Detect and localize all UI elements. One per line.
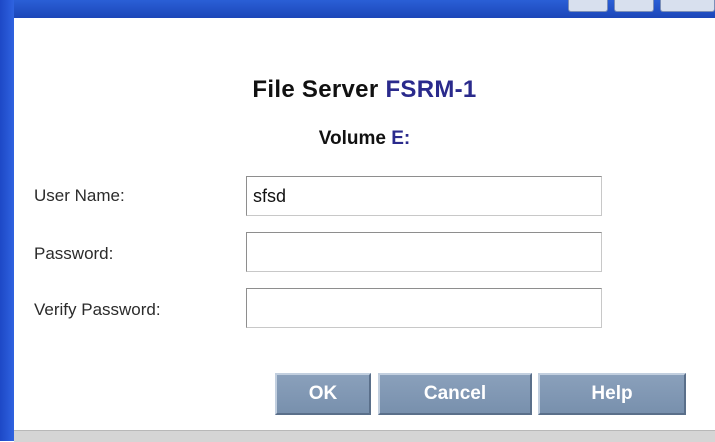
password-input[interactable] bbox=[246, 232, 602, 272]
help-button[interactable]: Help bbox=[538, 373, 686, 415]
password-label: Password: bbox=[34, 244, 114, 263]
volume-name: E: bbox=[391, 128, 411, 149]
dialog-content: File Server FSRM-1 Volume E: User Name: … bbox=[14, 18, 715, 430]
maximize-button[interactable] bbox=[614, 0, 654, 12]
ok-button[interactable]: OK bbox=[275, 373, 371, 415]
volume-heading: Volume E: bbox=[14, 128, 715, 150]
window-title-bar[interactable] bbox=[0, 0, 715, 18]
minimize-button[interactable] bbox=[568, 0, 608, 12]
user-name-input[interactable] bbox=[246, 176, 602, 216]
dialog-window: File Server FSRM-1 Volume E: User Name: … bbox=[0, 0, 715, 442]
server-label: File Server bbox=[252, 76, 379, 103]
verify-password-input[interactable] bbox=[246, 288, 602, 328]
cancel-button[interactable]: Cancel bbox=[378, 373, 532, 415]
window-left-border bbox=[0, 0, 14, 441]
volume-label: Volume bbox=[318, 128, 386, 149]
window-bottom-border bbox=[14, 430, 715, 442]
verify-password-label: Verify Password: bbox=[34, 300, 161, 319]
close-button[interactable] bbox=[660, 0, 715, 12]
server-heading: File Server FSRM-1 bbox=[14, 76, 715, 104]
user-name-label: User Name: bbox=[34, 186, 125, 205]
server-name: FSRM-1 bbox=[385, 76, 477, 103]
